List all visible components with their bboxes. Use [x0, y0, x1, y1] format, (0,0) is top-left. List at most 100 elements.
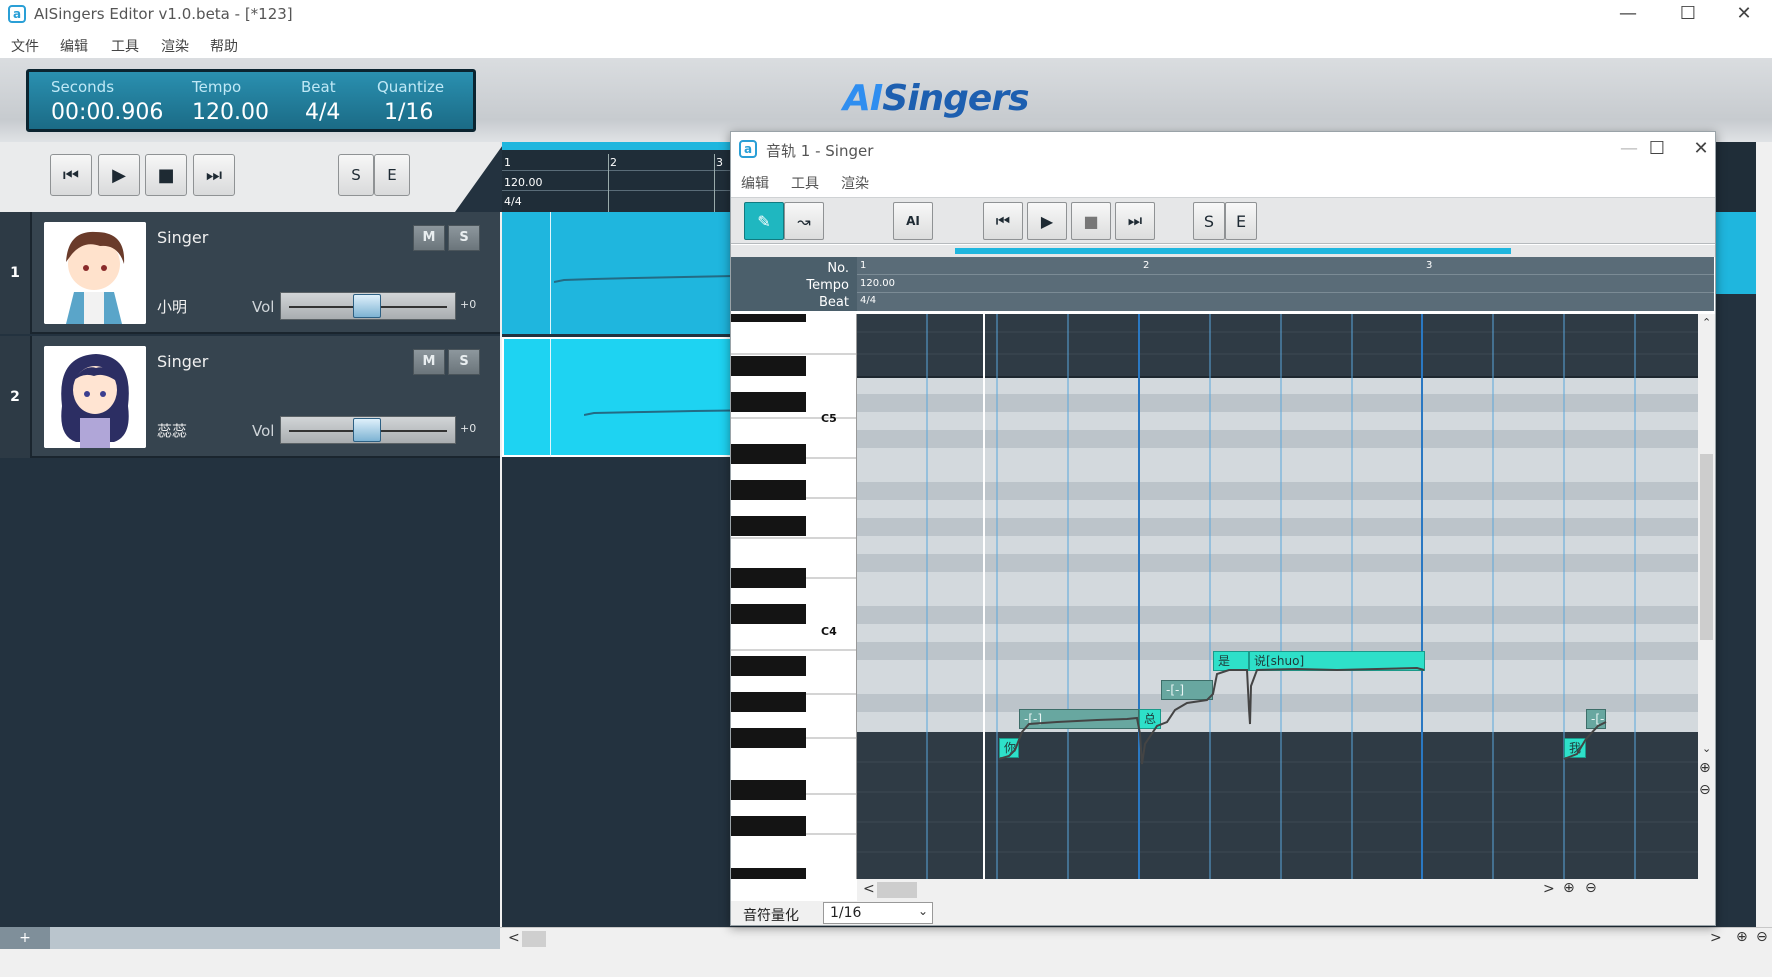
- avatar-boy-icon: [44, 222, 146, 324]
- roll-vscroll[interactable]: ⌃ ⌄ ⊕ ⊖: [1698, 314, 1715, 879]
- beat-marker: 4/4: [860, 295, 877, 306]
- mute-button[interactable]: M: [413, 225, 445, 251]
- minimize-button[interactable]: —: [1600, 0, 1656, 30]
- piano-keys[interactable]: C5 C4: [731, 314, 857, 879]
- main-hscroll[interactable]: < > ⊕ ⊖: [500, 927, 1772, 949]
- note-grid[interactable]: 你 -[-] 总 -[-] 是 说[shuo] 我 -[-: [857, 314, 1698, 879]
- play-icon: ▶: [112, 164, 126, 186]
- volume-slider[interactable]: [280, 292, 456, 320]
- zoom-in-icon[interactable]: ⊕: [1699, 760, 1711, 776]
- ruler-labels: No. Tempo Beat: [731, 257, 857, 311]
- menu-render[interactable]: 渲染: [161, 36, 189, 56]
- roll-hscroll[interactable]: < > ⊕ ⊖: [857, 879, 1715, 901]
- sub-menu-render[interactable]: 渲染: [841, 173, 869, 193]
- maximize-icon: ☐: [1679, 3, 1697, 24]
- maximize-button[interactable]: ☐: [1660, 0, 1716, 30]
- volume-value: +0: [460, 298, 477, 311]
- set-start-button[interactable]: S: [338, 154, 374, 196]
- bar-number: 3: [716, 156, 723, 169]
- sub-forward-button[interactable]: ⏭: [1115, 202, 1155, 240]
- sub-set-start-button[interactable]: S: [1193, 202, 1225, 240]
- mute-button[interactable]: M: [413, 349, 445, 375]
- sub-rewind-button[interactable]: ⏮: [983, 202, 1023, 240]
- scroll-thumb[interactable]: [1700, 454, 1713, 640]
- scroll-right-icon[interactable]: >: [1710, 930, 1722, 946]
- start-marker-icon: S: [351, 166, 361, 184]
- sub-menu-edit[interactable]: 编辑: [741, 173, 769, 193]
- zoom-out-icon[interactable]: ⊖: [1756, 929, 1768, 945]
- slider-thumb[interactable]: [353, 418, 381, 442]
- track-row[interactable]: 2 Singer 蕊蕊 M S Vol +0: [0, 336, 500, 458]
- brand-logo: AISingers: [843, 78, 1030, 119]
- stop-button[interactable]: ■: [145, 154, 187, 196]
- bar-number: 1: [504, 156, 511, 169]
- sub-menu-tools[interactable]: 工具: [791, 173, 819, 193]
- loop-bar[interactable]: [731, 245, 1715, 257]
- ai-tune-button[interactable]: AI: [893, 202, 933, 240]
- seconds-value: 00:00.906: [51, 100, 164, 125]
- main-vscroll[interactable]: [1756, 142, 1772, 927]
- pitch-curve: [998, 666, 1607, 765]
- slider-thumb[interactable]: [353, 294, 381, 318]
- close-icon: ✕: [1693, 138, 1709, 159]
- add-track-button[interactable]: +: [0, 927, 50, 949]
- zoom-in-icon[interactable]: ⊕: [1736, 929, 1748, 945]
- scroll-up-icon[interactable]: ⌃: [1702, 316, 1711, 329]
- menu-tools[interactable]: 工具: [111, 36, 139, 56]
- sub-close-button[interactable]: ✕: [1673, 135, 1729, 165]
- note-quantize-select[interactable]: 1/16 ⌄: [823, 902, 933, 924]
- title-bar: a AISingers Editor v1.0.beta - [*123] — …: [0, 0, 1772, 30]
- skip-start-icon: ⏮: [995, 211, 1011, 230]
- beat-label: Beat: [301, 78, 336, 96]
- piano-roll-window[interactable]: a 音轨 1 - Singer — ☐ ✕ 编辑 工具 渲染 ✎ ↝ AI ⏮ …: [730, 131, 1716, 926]
- forward-button[interactable]: ⏭: [193, 154, 235, 196]
- end-marker-icon: E: [387, 166, 397, 184]
- menu-edit[interactable]: 编辑: [60, 36, 88, 56]
- sub-play-button[interactable]: ▶: [1027, 202, 1067, 240]
- piano-roll-title: 音轨 1 - Singer: [766, 142, 874, 160]
- scroll-right-icon[interactable]: >: [1543, 881, 1555, 897]
- menu-help[interactable]: 帮助: [210, 36, 238, 56]
- solo-button[interactable]: S: [448, 349, 480, 375]
- app-logo-icon: a: [8, 5, 26, 23]
- scroll-left-icon[interactable]: <: [508, 930, 520, 946]
- scroll-thumb[interactable]: [877, 882, 917, 898]
- volume-label: Vol: [252, 422, 275, 440]
- scroll-down-icon[interactable]: ⌄: [1702, 742, 1711, 755]
- singer-avatar: [44, 346, 146, 448]
- end-marker-icon: E: [1235, 211, 1247, 231]
- ruler-no-label: No.: [827, 261, 849, 276]
- scroll-left-icon[interactable]: <: [863, 881, 875, 897]
- track-lane-tail: [1716, 212, 1756, 294]
- close-icon: ✕: [1736, 3, 1752, 24]
- pen-tool-button[interactable]: ✎: [744, 202, 784, 240]
- skip-start-icon: ⏮: [62, 164, 80, 186]
- quantize-selected-value: 1/16: [830, 905, 862, 921]
- zoom-out-icon[interactable]: ⊖: [1585, 880, 1597, 896]
- tempo-label: Tempo: [192, 78, 242, 96]
- close-button[interactable]: ✕: [1716, 0, 1772, 30]
- pen-icon: ✎: [757, 211, 771, 231]
- volume-slider[interactable]: [280, 416, 456, 444]
- scroll-thumb[interactable]: [522, 931, 546, 947]
- track-number: 2: [0, 336, 32, 458]
- play-button[interactable]: ▶: [98, 154, 140, 196]
- curve-tool-button[interactable]: ↝: [784, 202, 824, 240]
- menu-file[interactable]: 文件: [11, 36, 39, 56]
- sub-set-end-button[interactable]: E: [1225, 202, 1257, 240]
- set-end-button[interactable]: E: [374, 154, 410, 196]
- app-logo-icon: a: [739, 140, 757, 158]
- quantize-value[interactable]: 1/16: [384, 100, 433, 125]
- rewind-button[interactable]: ⏮: [50, 154, 92, 196]
- sub-stop-button[interactable]: ■: [1071, 202, 1111, 240]
- solo-button[interactable]: S: [448, 225, 480, 251]
- track-list-footer: +: [0, 927, 500, 949]
- chevron-down-icon: ⌄: [918, 904, 929, 918]
- zoom-out-icon[interactable]: ⊖: [1699, 782, 1711, 798]
- zoom-in-icon[interactable]: ⊕: [1563, 880, 1575, 896]
- piano-roll-ruler[interactable]: 1 2 3 120.00 4/4: [857, 257, 1714, 311]
- status-display: Seconds 00:00.906 Tempo 120.00 Beat 4/4 …: [26, 69, 476, 132]
- track-row[interactable]: 1 Singer 小明 M S Vol +0: [0, 212, 500, 334]
- curve-icon: ↝: [797, 211, 811, 231]
- voice-name: 蕊蕊: [157, 422, 188, 440]
